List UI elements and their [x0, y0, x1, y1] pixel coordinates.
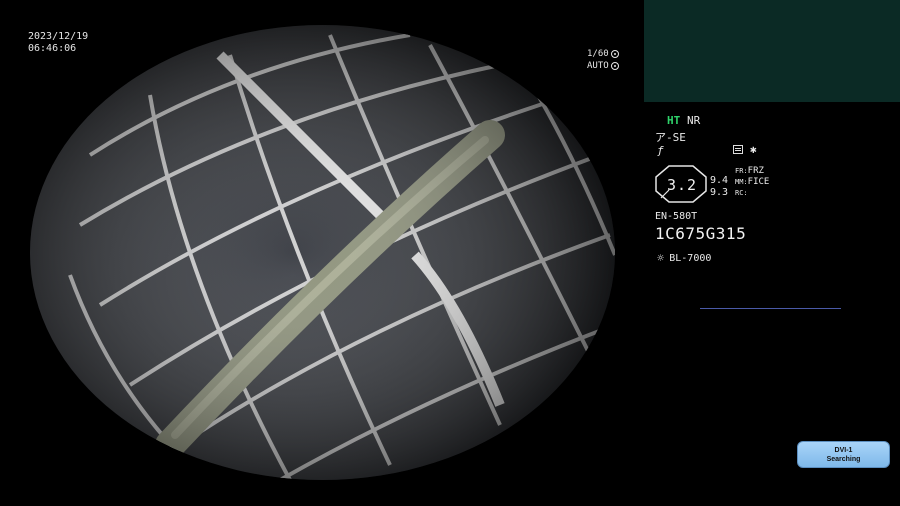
iris-icon: [610, 50, 619, 58]
se-indicator: ア-SE: [655, 131, 686, 144]
rc-label: RC:: [735, 189, 748, 197]
iris-icon: [610, 62, 619, 70]
status-line-1: DVI-1: [834, 447, 853, 454]
exposure-mode: AUTO: [587, 61, 609, 71]
sun-icon: ☼: [657, 251, 665, 265]
scope-serial: 1C675G315: [655, 224, 747, 243]
fice-value: FICE: [747, 177, 770, 187]
endoscope-display: 2023/12/19 06:46:06 1/60 AUTO HT NR ア-SE…: [0, 0, 900, 506]
fr-label: FR:: [735, 167, 748, 175]
status-line-2: Searching: [826, 456, 861, 463]
shutter-speed: 1/60: [587, 49, 609, 59]
date-text: 2023/12/19: [28, 31, 89, 42]
mm-label: MM:: [735, 178, 748, 186]
zoom-value: 3.2: [667, 176, 698, 194]
ht-indicator: HT: [667, 114, 681, 127]
light-source: BL-7000: [669, 252, 712, 264]
endoscope-view: [30, 25, 615, 480]
date-time-readout: 2023/12/19 06:46:06: [28, 31, 88, 55]
frz-value: FRZ: [747, 166, 764, 176]
thumbnail-area: [644, 0, 900, 102]
exposure-mode-row: AUTO: [587, 60, 619, 72]
dvi-status-button[interactable]: DVI-1 Searching: [797, 441, 890, 468]
mm-row: MM:FICE: [735, 177, 769, 188]
divider-line: [700, 308, 841, 309]
scope-model: EN-580T: [655, 211, 698, 222]
fr-row: FR:FRZ: [735, 166, 769, 177]
enhance-bottom: 9.3: [710, 187, 729, 198]
star-icon: ✱: [750, 143, 757, 156]
exposure-readout: 1/60 AUTO: [587, 48, 619, 72]
shutter-row: 1/60: [587, 48, 619, 60]
enhance-levels: 9.4 9.3: [710, 175, 728, 199]
time-text: 06:46:06: [28, 43, 77, 54]
light-source-row: ☼ BL-7000: [657, 251, 711, 265]
mode-flags: FR:FRZ MM:FICE RC:: [735, 166, 769, 199]
f-symbol: ƒ: [657, 144, 664, 157]
memo-icon: [733, 145, 743, 154]
enhance-top: 9.4: [710, 175, 729, 186]
nr-indicator: NR: [687, 114, 701, 127]
rc-row: RC:: [735, 188, 769, 199]
